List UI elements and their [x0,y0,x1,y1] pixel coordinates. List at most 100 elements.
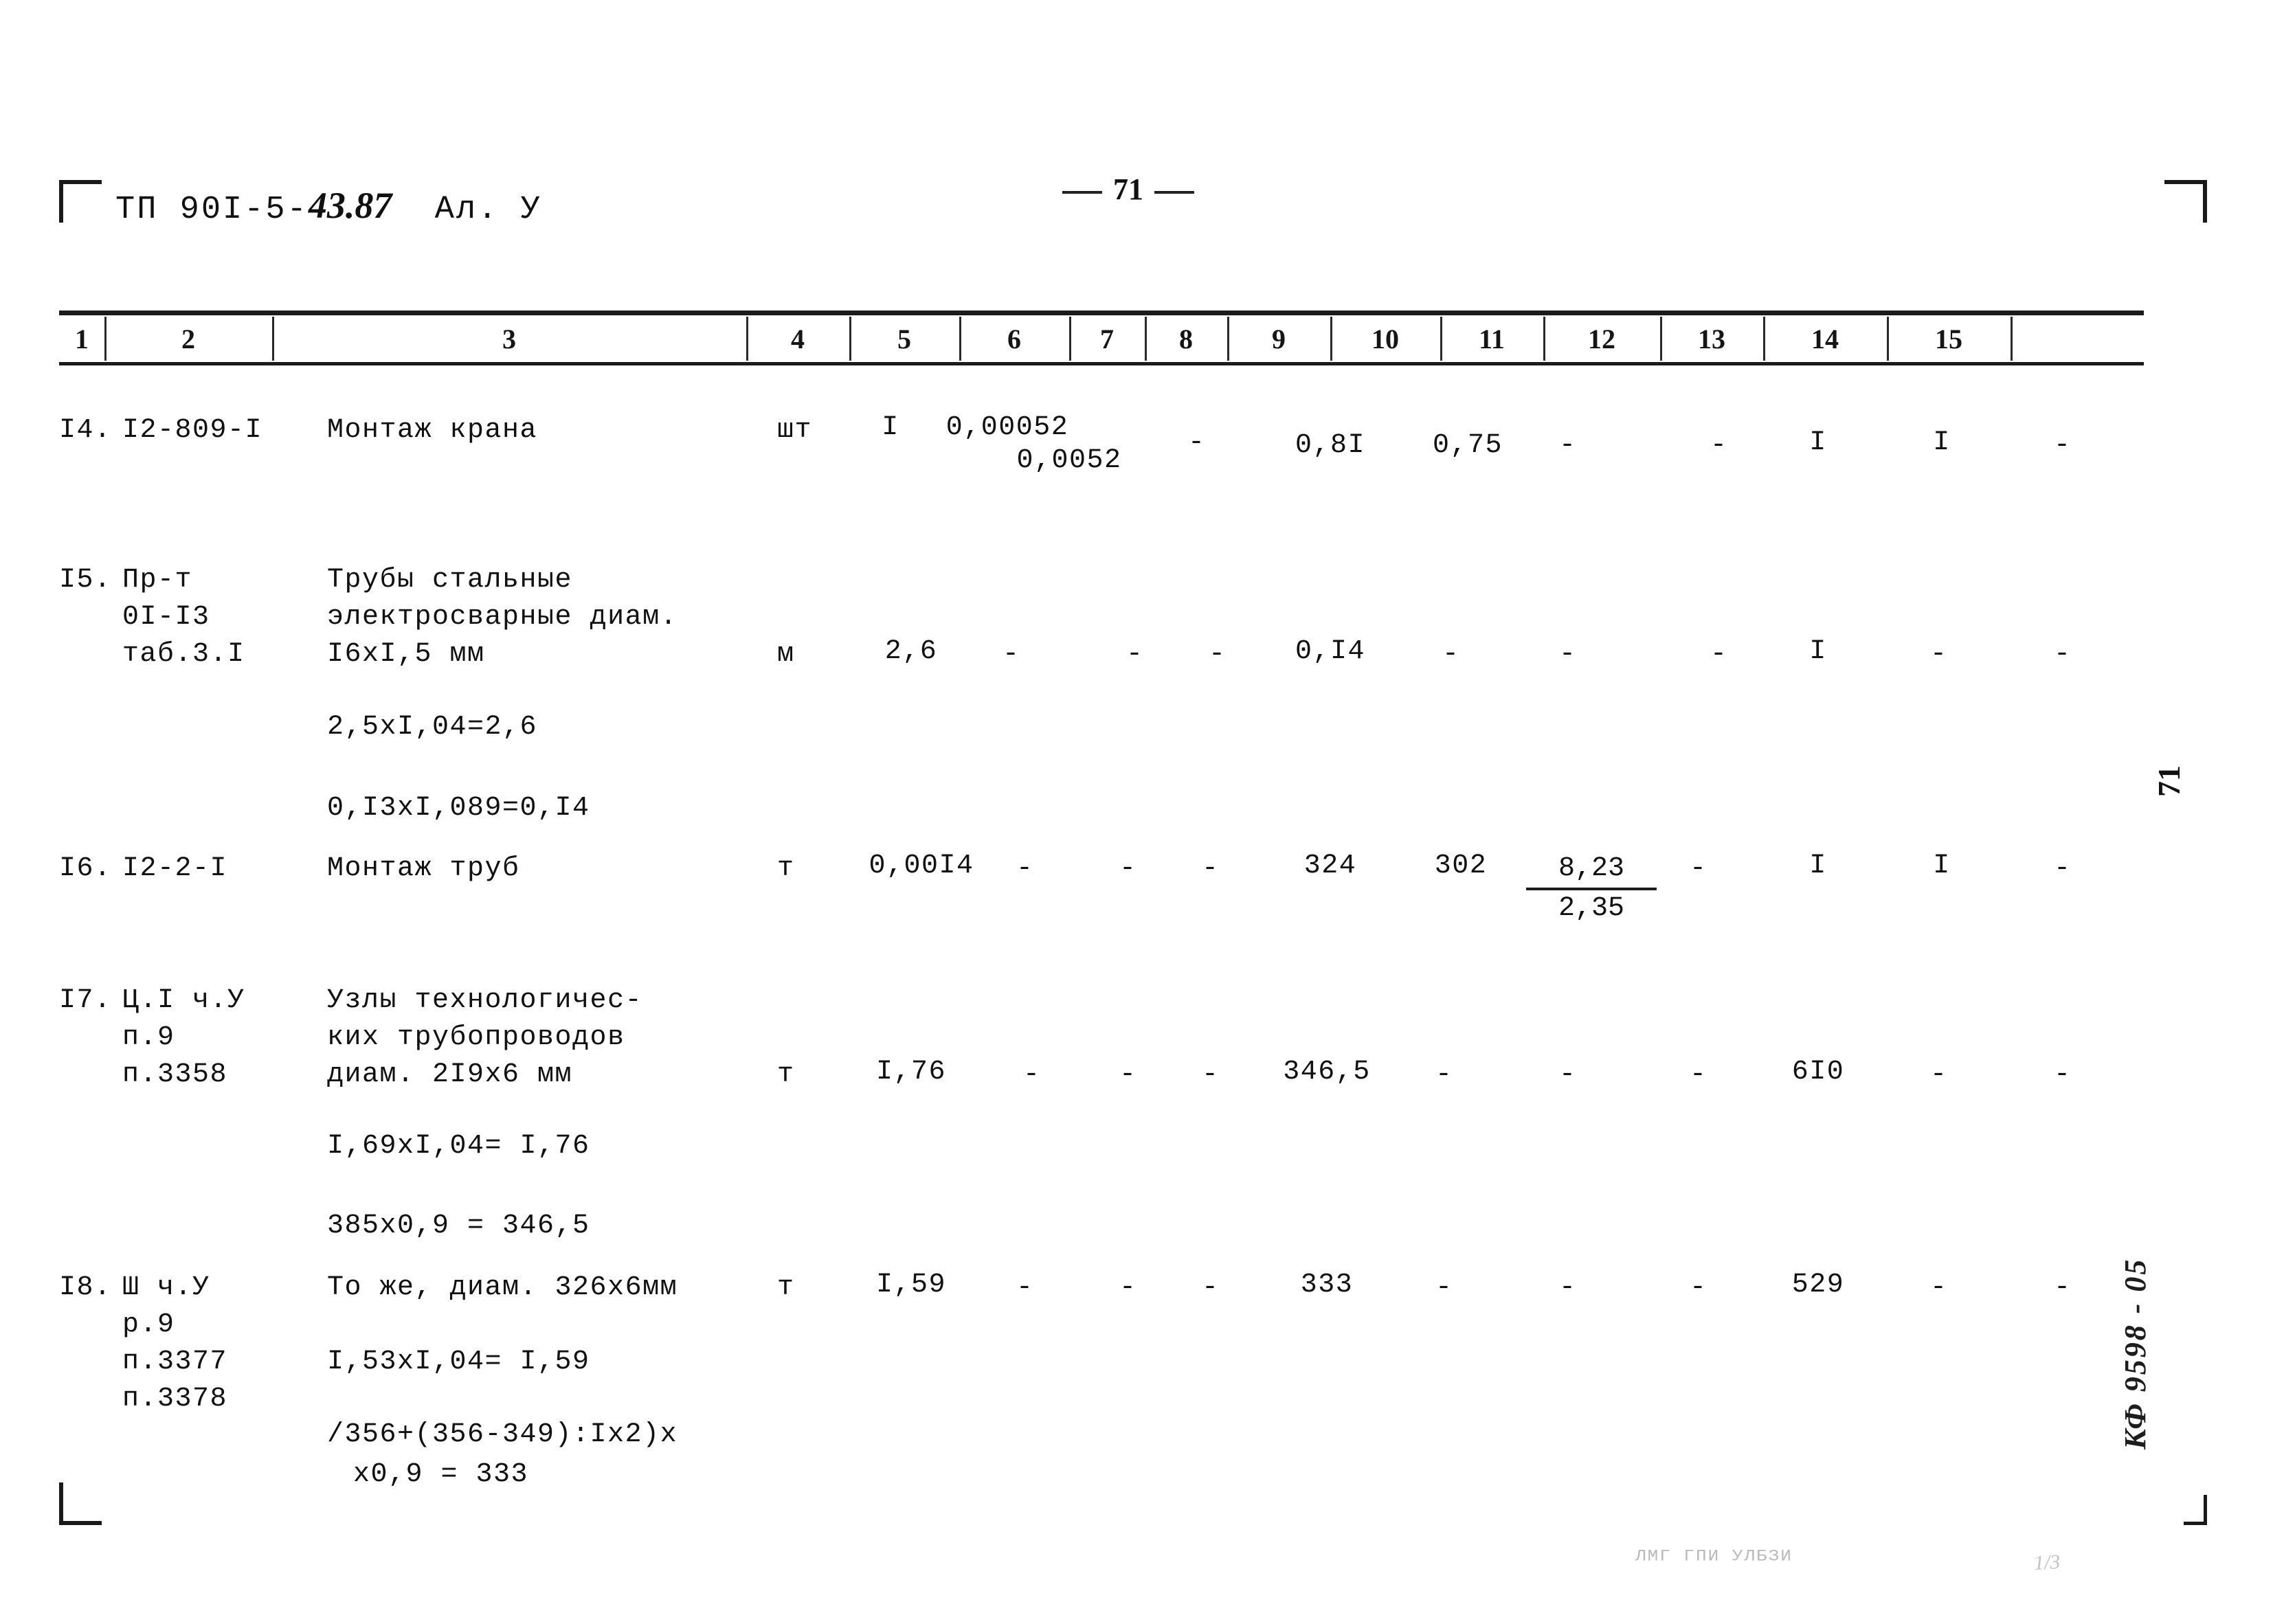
page-folio: 71 [1051,172,1205,207]
row15-code-l1: Пр-т [122,565,193,596]
row16-col13: I [1809,850,1827,881]
column-header-15: 15 [1935,323,1962,354]
row14-number: I4. [59,415,112,446]
row17-code-l3: п.3358 [122,1059,228,1090]
row18-col12: - [1689,1272,1706,1303]
row15-code-l3: таб.3.I [122,639,245,670]
document-code-handwritten: 43.87 [308,185,392,226]
row14-col6-second: 0,0052 [1016,445,1122,476]
table-top-rule [59,311,2144,315]
row14-unit: шт [777,415,813,446]
row18-code-l3: п.3377 [122,1346,228,1377]
row17-col15: - [2053,1059,2070,1090]
folio-number: 71 [1113,172,1143,206]
row17-col14: - [1929,1059,1947,1090]
album-value: Ал. У [434,192,542,228]
row14-col12: - [1710,430,1727,461]
row18-desc-l1: То же, диам. 326x6мм [327,1272,678,1303]
margin-page-number: 71 [2151,765,2186,797]
row18-col7: - [1119,1272,1136,1303]
row14-col11: - [1558,430,1576,461]
row18-col8: - [1201,1272,1218,1303]
row15-number: I5. [59,565,112,596]
row14-col13: I [1809,427,1827,458]
column-header-13: 13 [1698,323,1725,354]
row16-description: Монтаж труб [327,853,520,884]
folio-dash-left [1062,190,1102,194]
row15-col5: 2,6 [884,636,938,667]
crop-mark-bottom-left [59,1482,102,1525]
row16-code: I2-2-I [122,853,228,884]
row17-col7: - [1119,1059,1136,1090]
footer-stamp-handwritten: 1/3 [2033,1550,2061,1575]
row14-description: Монтаж крана [327,415,538,446]
row16-col10: 302 [1434,850,1488,881]
row16-col15: - [2053,853,2070,884]
column-header-11: 11 [1479,323,1505,354]
row18-col10: - [1435,1272,1452,1303]
row18-calc-2: /356+(356-349):Ix2)x [327,1419,678,1450]
footer-stamp-faint: ЛМГ ГПИ УЛБЗИ [1635,1546,1793,1566]
column-header-10: 10 [1371,323,1399,354]
column-header-6: 6 [1007,323,1021,354]
document-code-prefix: ТП 90I-5- [115,192,309,228]
column-number-row: 1 2 3 4 5 6 7 8 9 10 11 12 13 14 15 [59,315,2144,362]
column-header-7: 7 [1100,323,1114,354]
column-header-1: 1 [75,323,89,354]
row17-number: I7. [59,985,112,1016]
album-label [392,192,434,228]
table-header-bottom-rule [59,362,2144,365]
table-header: 1 2 3 4 5 6 7 8 9 10 11 12 13 14 15 [59,311,2144,365]
row15-col9: 0,I4 [1295,636,1365,667]
archive-reference-mark: КФ 9598 - 05 [2118,1257,2152,1450]
row18-col9: 333 [1300,1270,1354,1300]
row16-col12: - [1689,853,1706,884]
column-header-8: 8 [1179,323,1193,354]
row18-code-l4: п.3378 [122,1384,228,1414]
row17-col9: 346,5 [1283,1057,1371,1087]
row14-col6: 0,00052 [945,412,1069,443]
row17-code-l1: Ц.I ч.У [122,985,245,1016]
row15-col12: - [1710,639,1727,670]
row17-col5: I,76 [875,1057,946,1087]
row16-number: I6. [59,853,112,884]
row15-calc-1: 2,5xI,04=2,6 [327,712,538,743]
row18-col11: - [1558,1272,1576,1303]
row16-col11-denominator: 2,35 [1558,893,1624,924]
row18-code-l2: р.9 [122,1309,175,1340]
row17-col12: - [1689,1059,1706,1090]
row15-col13: I [1809,636,1827,667]
column-header-14: 14 [1811,323,1839,354]
row18-calc-3: x0,9 = 333 [353,1459,529,1490]
row17-col6: - [1022,1059,1040,1090]
row18-col5: I,59 [875,1270,946,1300]
row17-desc-l1: Узлы технологичес- [327,985,643,1016]
row16-col6: - [1016,853,1033,884]
row15-col15: - [2053,639,2070,670]
column-header-3: 3 [502,323,516,354]
column-header-2: 2 [181,323,195,354]
row16-col11-numerator: 8,23 [1526,850,1657,890]
row17-col11: - [1558,1059,1576,1090]
crop-mark-top-right [2164,180,2207,223]
row14-col9: 0,8I [1295,430,1365,461]
row16-col8: - [1201,853,1218,884]
row16-col7: - [1119,853,1136,884]
row15-col11: - [1558,639,1576,670]
row18-col15: - [2053,1272,2070,1303]
column-header-9: 9 [1272,323,1286,354]
row15-unit: м [777,639,795,670]
row15-calc-2: 0,I3xI,089=0,I4 [327,793,590,824]
row16-col11-fraction: 8,23 2,35 [1526,850,1657,927]
row15-desc-l3: I6xI,5 мм [327,639,485,670]
document-code: ТП 90I-5-43.87 Ал. У [115,184,542,228]
row14-code: I2-809-I [122,415,263,446]
row15-col10: - [1442,639,1459,670]
row18-col13: 529 [1791,1270,1845,1300]
row18-code-l1: Ш ч.У [122,1272,210,1303]
row14-col7: - [1187,427,1205,458]
row15-col8: - [1208,639,1225,670]
row17-col8: - [1201,1059,1218,1090]
row15-desc-l1: Трубы стальные [327,565,573,596]
row18-unit: т [777,1272,795,1303]
